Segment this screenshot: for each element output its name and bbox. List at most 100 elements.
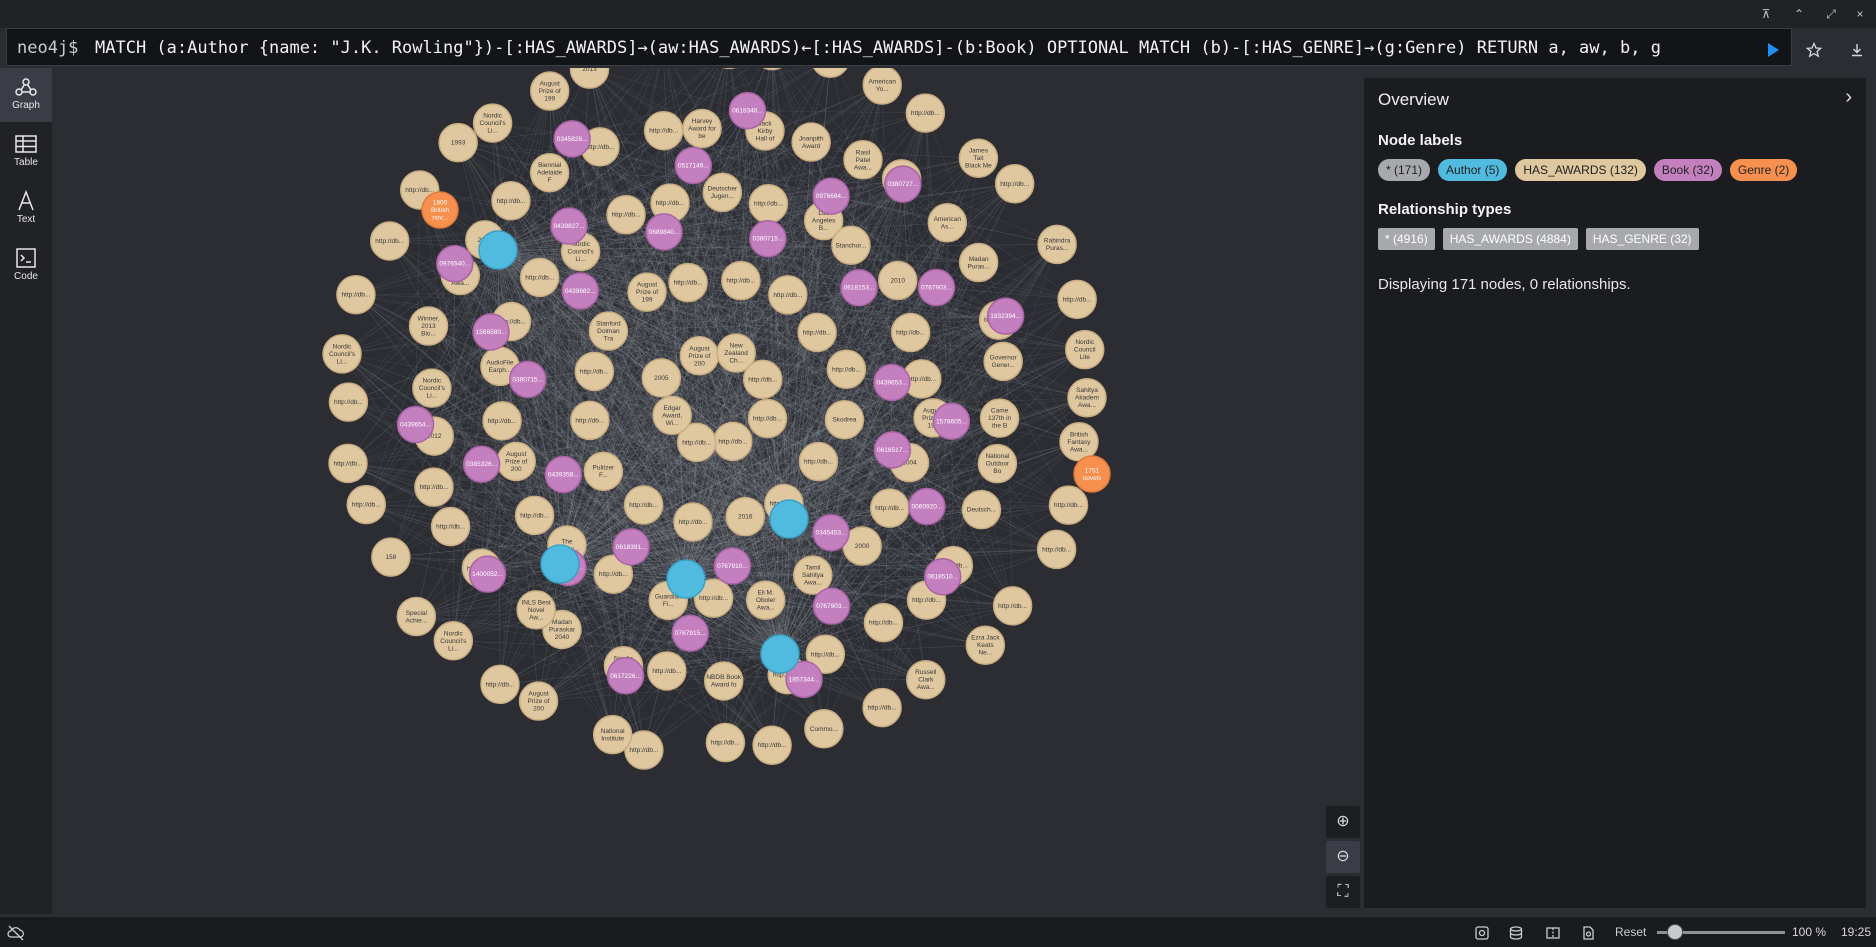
award-node[interactable]: http://db... — [647, 651, 687, 691]
author-node[interactable] — [760, 634, 800, 674]
rel-type-chip-has-genre[interactable]: HAS_GENRE (32) — [1585, 228, 1699, 250]
book-node[interactable]: 0767915... — [671, 614, 709, 652]
award-node[interactable]: James Tait Black Me — [958, 138, 999, 178]
award-node[interactable]: http://db... — [482, 401, 522, 441]
book-node[interactable]: 0617226... — [606, 657, 645, 695]
award-node[interactable]: Deutsch... — [961, 489, 1002, 530]
award-node[interactable]: AugustPrize of199 — [529, 71, 570, 111]
award-node[interactable]: http://db... — [643, 110, 684, 151]
book-node[interactable]: 0439827... — [550, 207, 588, 245]
award-node[interactable]: American Yo... — [862, 68, 902, 105]
award-node[interactable]: http://db... — [747, 398, 788, 439]
award-node[interactable]: Sahitya Akadem Awa... — [1067, 377, 1107, 418]
award-node[interactable]: http://db... — [346, 484, 387, 525]
node-label-chip-author[interactable]: Author (5) — [1438, 159, 1508, 181]
award-node[interactable]: http://db... — [994, 164, 1035, 204]
award-node[interactable]: http://db... — [574, 351, 615, 392]
award-node[interactable]: NBDB Book Award fo — [703, 661, 744, 701]
book-node[interactable]: 0618517... — [873, 431, 912, 469]
award-node[interactable]: http://db... — [797, 312, 837, 353]
node-label-chip-has-awards[interactable]: HAS_AWARDS (132) — [1515, 159, 1646, 181]
award-node[interactable]: http://db... — [570, 400, 610, 441]
award-node[interactable]: Ezra Jack Keats Ne... — [965, 625, 1006, 665]
award-node[interactable]: Stanchor... — [831, 225, 871, 266]
award-node[interactable]: http://db... — [752, 725, 792, 765]
award-node[interactable]: http://db... — [862, 687, 902, 728]
award-node[interactable]: Edgar Award, Wi... — [652, 395, 692, 436]
award-node[interactable]: MarkTwainAwa... — [811, 68, 849, 79]
award-node[interactable]: Came 137th in the B — [979, 398, 1020, 438]
award-node[interactable]: http://db... — [480, 664, 520, 705]
favorite-button[interactable] — [1800, 36, 1828, 64]
book-node[interactable]: 0767903... — [812, 587, 851, 625]
award-node[interactable]: http://db... — [328, 382, 369, 422]
award-node[interactable]: http://db... — [992, 586, 1033, 626]
award-node[interactable]: http://db... — [430, 506, 471, 547]
book-node[interactable]: 0380715... — [749, 219, 787, 258]
award-node[interactable]: http://db... — [798, 441, 839, 482]
award-node[interactable]: http://db... — [1057, 279, 1097, 320]
award-node[interactable]: British Fantasy Awa... — [1059, 422, 1099, 462]
book-node[interactable]: 0689840... — [645, 213, 683, 251]
fit-to-screen-button[interactable]: ⛶ — [1326, 876, 1360, 908]
book-node[interactable]: 0976694... — [812, 177, 850, 215]
award-node[interactable]: 2013 — [569, 68, 610, 89]
query-text[interactable]: MATCH (a:Author {name: "J.K. Rowling"})-… — [95, 38, 1661, 58]
award-node[interactable]: http://db... — [369, 221, 410, 261]
award-node[interactable]: http://db... — [668, 262, 708, 303]
award-node[interactable]: Madan Puras... — [958, 242, 999, 283]
award-node[interactable]: http://db... — [606, 194, 646, 235]
node-label-chip-book[interactable]: Book (32) — [1653, 159, 1722, 181]
book-node[interactable]: 0345453... — [812, 513, 850, 552]
award-node[interactable]: http://db... — [673, 502, 713, 542]
award-node[interactable]: Winner, 2013 Blo... — [408, 306, 449, 346]
book-node[interactable]: 0345828... — [553, 120, 591, 158]
book-node[interactable]: 0976540... — [436, 244, 474, 283]
zoom-slider-knob[interactable] — [1667, 924, 1684, 940]
query-editor[interactable]: neo4j$ MATCH (a:Author {name: "J.K. Rowl… — [6, 28, 1792, 66]
award-node[interactable]: http://db... — [705, 722, 746, 763]
award-node[interactable]: NordicCouncil'sLi... — [322, 334, 362, 374]
graph-canvas[interactable]: Sahitya Akadem Awa... British Fantasy Awa... h… — [52, 68, 1364, 914]
book-node[interactable]: 0618510... — [923, 557, 962, 596]
award-node[interactable]: 2016 — [725, 496, 765, 537]
book-node[interactable]: 1578605... — [932, 402, 971, 441]
award-node[interactable]: 158 — [371, 537, 411, 577]
layout-icon[interactable] — [1543, 923, 1563, 943]
book-node[interactable]: 0618348... — [728, 91, 767, 130]
award-node[interactable]: INLS Best Novel Aw... — [516, 590, 556, 630]
award-node[interactable]: AugustPrize of199 — [627, 272, 667, 312]
award-node[interactable]: http://db... — [748, 183, 789, 224]
book-node[interactable]: 0439358... — [544, 455, 583, 494]
book-node[interactable]: 0767910... — [713, 547, 752, 585]
award-node[interactable]: http://db... — [1036, 529, 1077, 570]
author-node[interactable] — [540, 544, 580, 584]
rail-item-table[interactable]: Table — [0, 125, 52, 179]
award-node[interactable]: http://db... — [905, 93, 946, 133]
award-node[interactable]: Jnanpith Award — [791, 122, 831, 162]
download-button[interactable] — [1843, 36, 1871, 64]
book-node[interactable]: 0439654... — [396, 405, 435, 444]
graph-visualization[interactable]: Sahitya Akadem Awa... British Fantasy Awa... h… — [52, 68, 1364, 914]
book-node[interactable]: 0060920... — [908, 487, 946, 526]
book-node[interactable]: 0380727... — [884, 165, 922, 203]
rel-type-chip-all[interactable]: * (4916) — [1378, 228, 1435, 250]
award-node[interactable]: August Prize of 200 — [518, 681, 559, 721]
book-node[interactable]: 1932394... — [986, 297, 1025, 335]
node-label-chip-genre[interactable]: Genre (2) — [1729, 159, 1798, 181]
award-node[interactable]: Harvey Award for be — [682, 108, 722, 149]
award-node[interactable]: http://db... — [1048, 485, 1089, 525]
award-node[interactable]: August Prize of 200 — [496, 441, 536, 482]
zoom-slider[interactable] — [1657, 924, 1785, 940]
award-node[interactable]: Special Achie... — [396, 596, 437, 637]
author-node[interactable] — [478, 230, 518, 270]
award-node[interactable]: http://db... — [514, 495, 555, 536]
rail-item-graph[interactable]: Graph — [0, 68, 52, 122]
award-node[interactable]: Skodrea — [824, 399, 865, 440]
award-node[interactable]: http://db... — [623, 485, 664, 525]
award-node[interactable]: NordicCouncil'sLi... — [472, 103, 513, 143]
award-node[interactable]: August Prize of 200 — [679, 336, 720, 376]
fullscreen-icon[interactable]: ⤢ — [1820, 4, 1842, 24]
award-node[interactable]: http://db... — [742, 359, 783, 400]
award-node[interactable]: Stanford Dolman Tra — [588, 311, 629, 351]
